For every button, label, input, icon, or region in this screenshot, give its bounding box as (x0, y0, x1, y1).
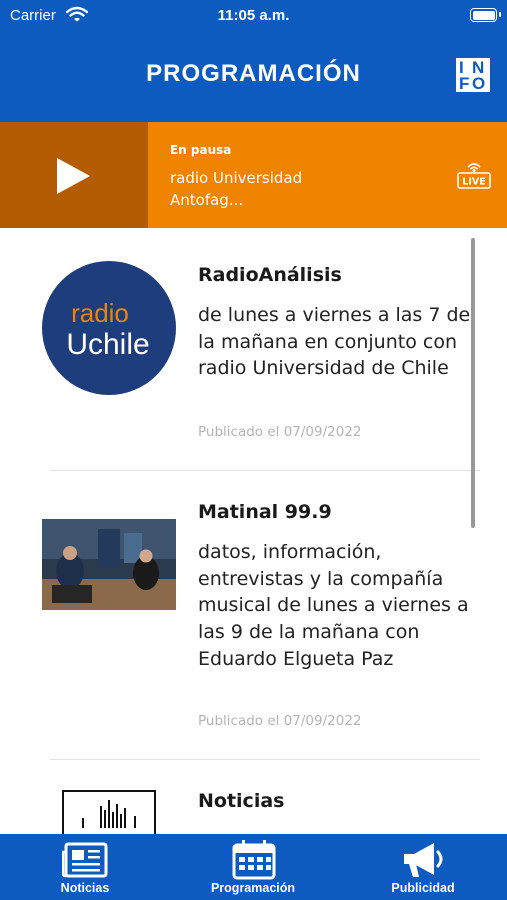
studio-photo (42, 519, 176, 610)
program-title: Noticias (198, 790, 285, 812)
calendar-icon (232, 840, 276, 880)
logo-text-uchile: Uchile (66, 328, 149, 361)
tab-publicidad[interactable]: Publicidad (360, 834, 486, 900)
play-icon (57, 158, 90, 194)
tab-noticias[interactable]: Noticias (22, 834, 148, 900)
battery-icon (470, 8, 501, 22)
megaphone-icon (404, 843, 443, 877)
tab-label: Noticias (60, 881, 110, 895)
program-description: de lunes a viernes a las 7 de la mañana … (198, 304, 471, 380)
status-bar: Carrier 11:05 a.m. (0, 0, 507, 32)
tab-label: Publicidad (391, 881, 455, 895)
play-button[interactable] (0, 122, 148, 228)
info-icon[interactable]: I N F O (456, 58, 490, 92)
logo-text-radio: radio (71, 298, 129, 328)
tab-bar: Noticias Programación Publicidad (0, 834, 507, 900)
station-name: radio Universidad Antofag... (170, 169, 303, 209)
info-letter-o: O (472, 74, 486, 93)
program-title: Matinal 99.9 (198, 501, 332, 523)
clock: 11:05 a.m. (217, 7, 290, 24)
radio-uchile-logo: radio Uchile (42, 261, 176, 395)
program-title: RadioAnálisis (198, 264, 342, 286)
radio-player: En pausa radio Universidad Antofag... (0, 122, 507, 228)
program-date: Publicado el 07/09/2022 (198, 713, 362, 729)
app-header: Carrier 11:05 a.m. PROGRAMACIÓN I N F O (0, 0, 507, 122)
noticias-thumbnail (62, 790, 156, 834)
info-letter-f: F (459, 74, 470, 93)
page-title: PROGRAMACIÓN (146, 60, 361, 87)
program-description: datos, información, entrevistas y la com… (198, 541, 469, 670)
program-date: Publicado el 07/09/2022 (198, 424, 362, 440)
player-state: En pausa (170, 143, 232, 157)
tab-programacion[interactable]: Programación (190, 834, 316, 900)
divider (50, 759, 480, 760)
tab-label: Programación (210, 881, 296, 895)
program-list[interactable]: radio Uchile RadioAnálisis de lunes a vi… (0, 228, 507, 834)
divider (50, 470, 480, 471)
newspaper-icon (62, 842, 108, 878)
live-icon[interactable]: LIVE (456, 160, 492, 190)
live-label: LIVE (462, 177, 485, 188)
scrollbar[interactable] (471, 238, 475, 528)
